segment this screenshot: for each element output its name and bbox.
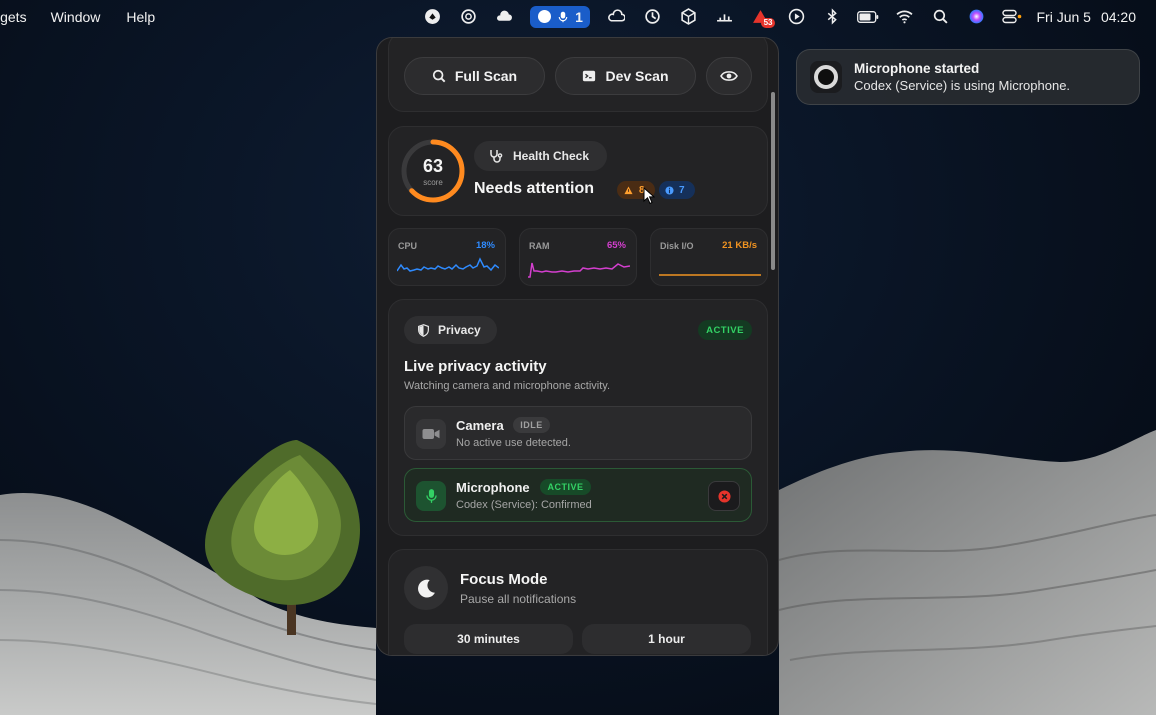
focus-1-hour-button[interactable]: 1 hour xyxy=(582,624,751,654)
cpu-label: CPU xyxy=(398,241,418,251)
full-scan-button[interactable]: Full Scan xyxy=(404,57,545,95)
shield-icon xyxy=(418,323,429,337)
notification-body: Codex (Service) is using Microphone. xyxy=(854,78,1071,93)
box-icon[interactable] xyxy=(670,0,706,33)
full-scan-label: Full Scan xyxy=(454,68,518,84)
cpu-stat-card[interactable]: CPU 18% xyxy=(388,228,506,286)
privacy-label: Privacy xyxy=(438,323,481,337)
disk-io-value: 21 KB/s xyxy=(722,240,757,251)
camera-icon xyxy=(416,419,446,449)
privacy-button[interactable]: Privacy xyxy=(404,316,497,344)
warning-icon xyxy=(624,185,633,194)
search-icon[interactable] xyxy=(922,0,958,33)
battery-icon[interactable] xyxy=(850,0,886,33)
clock-time: 04:20 xyxy=(1100,8,1136,25)
scan-toolbar: Full Scan Dev Scan xyxy=(388,38,768,112)
close-circle-icon xyxy=(717,489,731,503)
disk-io-label: Disk I/O xyxy=(660,241,694,251)
menu-help[interactable]: Help xyxy=(126,9,155,25)
vpn-icon[interactable] xyxy=(634,0,670,33)
notification-content: Microphone started Codex (Service) is us… xyxy=(854,61,1070,93)
disk-io-stat-card[interactable]: Disk I/O 21 KB/s xyxy=(650,228,768,286)
control-center-icon[interactable] xyxy=(994,0,1030,33)
search-icon xyxy=(432,69,446,83)
cloud-icon[interactable] xyxy=(598,0,634,33)
health-card: 63 score Health Check Needs attention 8 … xyxy=(388,126,768,216)
microphone-description: Codex (Service): Confirmed xyxy=(456,499,592,511)
health-check-label: Health Check xyxy=(513,149,590,163)
stethoscope-icon xyxy=(490,150,503,163)
cpu-value: 18% xyxy=(475,240,495,251)
weather-icon[interactable] xyxy=(486,0,522,33)
alert-app-icon[interactable]: 53 xyxy=(742,0,778,33)
ram-value: 65% xyxy=(606,240,626,251)
app-icon[interactable] xyxy=(414,0,450,33)
privacy-status-badge: ACTIVE xyxy=(698,320,752,340)
ram-stat-card[interactable]: RAM 65% xyxy=(519,228,637,286)
menu-window[interactable]: Window xyxy=(51,9,101,25)
mouse-cursor xyxy=(643,187,655,205)
panel-scrollbar[interactable] xyxy=(771,92,775,270)
bluetooth-icon[interactable] xyxy=(814,0,850,33)
health-score: 63 xyxy=(422,156,444,176)
focus-title: Focus Mode xyxy=(460,571,548,588)
menu-bar: lgets Window Help 1 xyxy=(0,0,1156,33)
play-icon[interactable] xyxy=(778,0,814,33)
microphone-name: Microphone xyxy=(456,480,530,495)
health-score-readout: 63 score xyxy=(400,138,466,204)
camera-description: No active use detected. xyxy=(456,437,571,449)
privacy-title: Live privacy activity xyxy=(404,358,547,375)
notification-title: Microphone started xyxy=(854,61,980,76)
clock-date: Fri Jun 5 xyxy=(1036,8,1091,25)
mic-count: 1 xyxy=(575,8,583,25)
siri-icon[interactable] xyxy=(958,0,994,33)
notification-app-icon xyxy=(810,61,842,93)
microphone-icon xyxy=(416,481,446,511)
cpu-sparkline xyxy=(397,257,499,272)
camera-row[interactable]: Camera IDLE No active use detected. xyxy=(404,406,752,460)
visibility-button[interactable] xyxy=(706,57,752,95)
wifi-icon[interactable] xyxy=(886,0,922,33)
mic-indicator[interactable]: 1 xyxy=(530,5,591,28)
health-score-label: score xyxy=(423,178,443,187)
camera-dot-icon xyxy=(538,10,552,23)
app-menus: lgets Window Help xyxy=(0,9,181,25)
microphone-notification[interactable]: Microphone started Codex (Service) is us… xyxy=(796,49,1140,105)
microphone-status-badge: ACTIVE xyxy=(540,479,591,495)
focus-30-minutes-button[interactable]: 30 minutes xyxy=(404,624,573,654)
monitor-panel: Full Scan Dev Scan 63 score Health Check… xyxy=(376,37,779,656)
menu-widgets[interactable]: lgets xyxy=(0,9,27,25)
microphone-row[interactable]: Microphone ACTIVE Codex (Service): Confi… xyxy=(404,468,752,522)
microphone-icon xyxy=(558,11,568,22)
privacy-card: Privacy ACTIVE Live privacy activity Wat… xyxy=(388,299,768,536)
camera-status-badge: IDLE xyxy=(513,417,550,433)
stop-microphone-button[interactable] xyxy=(708,481,740,511)
alert-badge: 53 xyxy=(760,18,776,28)
activity-icon[interactable] xyxy=(706,0,742,33)
ram-label: RAM xyxy=(529,241,550,251)
info-badge[interactable]: 7 xyxy=(659,181,695,199)
info-count: 7 xyxy=(679,184,685,196)
info-icon xyxy=(665,185,674,195)
camera-name: Camera xyxy=(456,418,504,433)
disk-io-sparkline xyxy=(659,274,761,276)
eye-icon xyxy=(720,71,738,81)
clock[interactable]: Fri Jun 5 04:20 xyxy=(1036,9,1136,25)
focus-mode-card: Focus Mode Pause all notifications 30 mi… xyxy=(388,549,768,655)
health-check-button[interactable]: Health Check xyxy=(474,141,607,171)
ram-sparkline xyxy=(528,262,630,278)
status-items: 1 53 Fri Jun 5 04:20 xyxy=(414,0,1156,33)
moon-icon xyxy=(404,566,448,610)
focus-subtitle: Pause all notifications xyxy=(460,592,577,606)
dev-scan-label: Dev Scan xyxy=(605,68,669,84)
dev-scan-button[interactable]: Dev Scan xyxy=(555,57,696,95)
openai-icon[interactable] xyxy=(450,0,486,33)
terminal-icon xyxy=(583,70,596,82)
privacy-subtitle: Watching camera and microphone activity. xyxy=(404,380,611,392)
health-status: Needs attention xyxy=(474,180,595,197)
